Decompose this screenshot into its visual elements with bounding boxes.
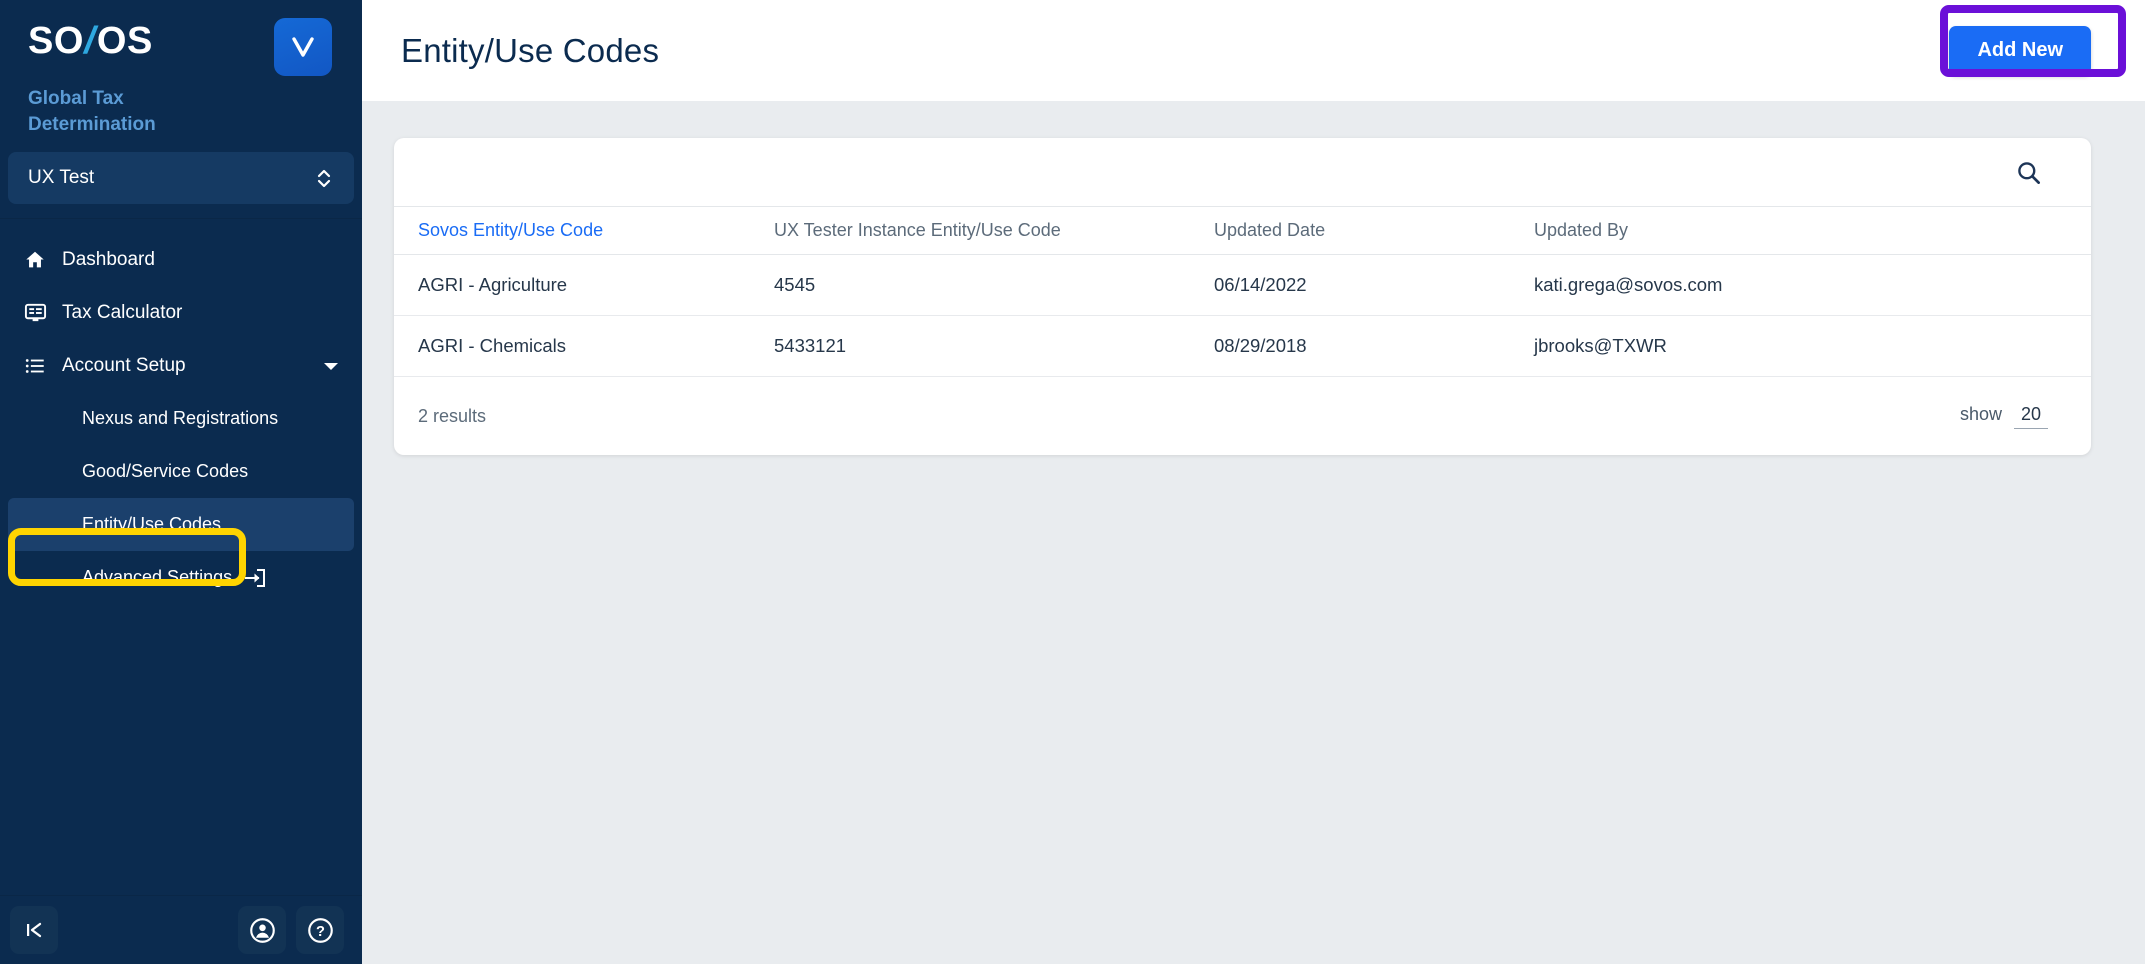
home-icon	[24, 249, 50, 271]
sidebar-footer: ?	[0, 895, 362, 964]
table-row[interactable]: AGRI - Agriculture 4545 06/14/2022 kati.…	[394, 255, 2091, 316]
sidebar-subitem-label: Advanced Settings	[82, 567, 232, 588]
calculator-icon	[24, 301, 50, 324]
svg-text:?: ?	[316, 924, 325, 940]
cell-sovos-code: AGRI - Chemicals	[394, 316, 774, 377]
chevron-down-icon[interactable]	[322, 360, 340, 372]
search-icon[interactable]	[2008, 152, 2048, 192]
cell-sovos-code: AGRI - Agriculture	[394, 255, 774, 316]
page-size-value[interactable]: 20	[2014, 404, 2048, 429]
table-header: Sovos Entity/Use Code UX Tester Instance…	[394, 207, 2091, 255]
results-count: 2 results	[418, 406, 486, 427]
table-footer: 2 results show 20	[394, 377, 2091, 455]
page-size-control: show 20	[1960, 404, 2048, 429]
account-circle-icon[interactable]	[238, 906, 286, 954]
sidebar-item-tax-calculator[interactable]: Tax Calculator	[0, 286, 362, 339]
add-new-button[interactable]: Add New	[1949, 26, 2091, 75]
main-content: Entity/Use Codes Add New	[362, 0, 2145, 964]
cell-instance-code: 5433121	[774, 316, 1214, 377]
brand-header: SO/OS Global Tax Determination	[0, 0, 362, 152]
sovos-logo: SO/OS	[28, 22, 153, 60]
sidebar-item-entity-use-codes[interactable]: Entity/Use Codes	[8, 498, 354, 551]
cell-updated-by: jbrooks@TXWR	[1534, 316, 2091, 377]
page-header: Entity/Use Codes Add New	[362, 0, 2145, 101]
content-area: Sovos Entity/Use Code UX Tester Instance…	[362, 101, 2145, 964]
entity-use-codes-card: Sovos Entity/Use Code UX Tester Instance…	[394, 138, 2091, 455]
table-header-row: Sovos Entity/Use Code UX Tester Instance…	[394, 207, 2091, 255]
cell-updated-date: 06/14/2022	[1214, 255, 1534, 316]
help-circle-icon[interactable]: ?	[296, 906, 344, 954]
table-body: AGRI - Agriculture 4545 06/14/2022 kati.…	[394, 255, 2091, 377]
sidebar-subitem-label: Nexus and Registrations	[82, 408, 278, 429]
card-toolbar	[394, 138, 2091, 206]
sidebar: SO/OS Global Tax Determination UX Test	[0, 0, 362, 964]
sidebar-item-dashboard[interactable]: Dashboard	[0, 233, 362, 286]
cell-instance-code: 4545	[774, 255, 1214, 316]
table-row[interactable]: AGRI - Chemicals 5433121 08/29/2018 jbro…	[394, 316, 2091, 377]
application-root: SO/OS Global Tax Determination UX Test	[0, 0, 2145, 964]
sidebar-nav: Dashboard Tax Calculator	[0, 219, 362, 895]
sidebar-item-nexus-and-registrations[interactable]: Nexus and Registrations	[8, 392, 354, 445]
sidebar-subitem-label: Entity/Use Codes	[82, 514, 221, 535]
cell-updated-date: 08/29/2018	[1214, 316, 1534, 377]
external-link-icon	[242, 568, 266, 588]
tenant-label: UX Test	[28, 167, 94, 189]
sidebar-item-label: Tax Calculator	[62, 302, 340, 324]
updown-caret-icon	[316, 167, 332, 189]
column-header-instance-code[interactable]: UX Tester Instance Entity/Use Code	[774, 207, 1214, 255]
sidebar-item-advanced-settings[interactable]: Advanced Settings	[8, 551, 354, 604]
collapse-left-icon[interactable]	[10, 906, 58, 954]
list-icon	[24, 355, 50, 377]
page-size-label: show	[1960, 404, 2002, 425]
sidebar-item-label: Dashboard	[62, 249, 340, 271]
entity-use-codes-table: Sovos Entity/Use Code UX Tester Instance…	[394, 206, 2091, 377]
brand-subtitle: Global Tax Determination	[28, 86, 238, 138]
sidebar-item-label: Account Setup	[62, 355, 322, 377]
column-header-updated-by[interactable]: Updated By	[1534, 207, 2091, 255]
v-checkmark-icon	[274, 18, 332, 76]
page-title: Entity/Use Codes	[401, 32, 659, 70]
column-header-updated-date[interactable]: Updated Date	[1214, 207, 1534, 255]
tenant-selector[interactable]: UX Test	[8, 152, 354, 204]
column-header-sovos-code[interactable]: Sovos Entity/Use Code	[394, 207, 774, 255]
cell-updated-by: kati.grega@sovos.com	[1534, 255, 2091, 316]
sidebar-item-good-service-codes[interactable]: Good/Service Codes	[8, 445, 354, 498]
sidebar-item-account-setup[interactable]: Account Setup	[0, 339, 362, 392]
sidebar-subitem-label: Good/Service Codes	[82, 461, 248, 482]
